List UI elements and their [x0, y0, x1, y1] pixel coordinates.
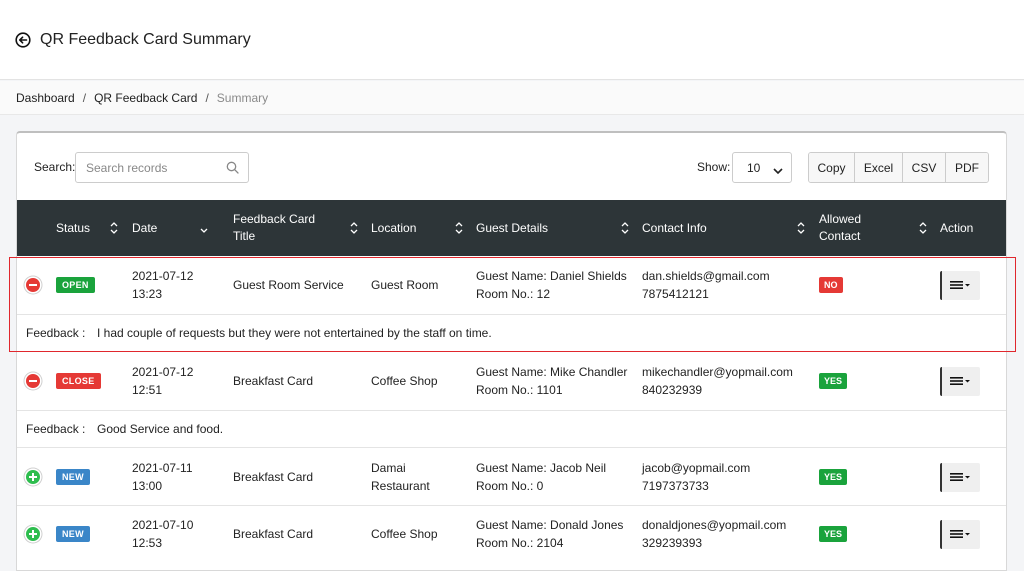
table-row: OPEN 2021-07-12 13:23 Guest Room Service …: [17, 256, 1006, 314]
sort-icon[interactable]: [110, 221, 118, 235]
breadcrumb-separator: /: [82, 90, 87, 105]
status-badge: OPEN: [56, 277, 95, 293]
page-size-value: 10: [747, 160, 761, 175]
row-action-menu-button[interactable]: [940, 520, 980, 549]
row-action-menu-button[interactable]: [940, 463, 980, 492]
collapse-row-icon[interactable]: [26, 278, 40, 292]
column-header-location[interactable]: Location: [371, 200, 416, 256]
expand-row-icon[interactable]: [26, 527, 40, 541]
feedback-row: Feedback : Good Service and food.: [17, 410, 1006, 448]
excel-button[interactable]: Excel: [855, 153, 903, 182]
table-toolbar: Search: Show: 10 Copy Excel CSV PDF: [17, 133, 1006, 200]
feedback-row: Feedback : I had couple of requests but …: [17, 314, 1006, 352]
date-cell: 2021-07-12 13:23: [132, 269, 194, 301]
sort-icon[interactable]: [455, 221, 463, 235]
location-cell: Guest Room: [371, 278, 439, 292]
row-action-menu-button[interactable]: [940, 367, 980, 396]
breadcrumb-current: Summary: [216, 90, 269, 105]
page-header: QR Feedback Card Summary: [0, 0, 1024, 80]
location-cell: Coffee Shop: [371, 374, 438, 388]
expand-row-icon[interactable]: [26, 470, 40, 484]
sort-icon[interactable]: [919, 221, 927, 235]
breadcrumb-separator: /: [205, 90, 209, 105]
column-header-allowed-contact[interactable]: Allowed Contact: [819, 200, 869, 256]
csv-button[interactable]: CSV: [903, 153, 946, 182]
guest-details-cell: Guest Name: Jacob Neil Room No.: 0: [476, 461, 607, 493]
column-header-guest-details[interactable]: Guest Details: [476, 200, 548, 256]
sort-icon[interactable]: [621, 221, 629, 235]
allowed-contact-badge: YES: [819, 373, 848, 389]
records-card: Search: Show: 10 Copy Excel CSV PDF Stat…: [16, 131, 1007, 571]
feedback-text: I had couple of requests but they were n…: [97, 326, 492, 340]
search-icon[interactable]: [226, 161, 239, 174]
contact-info-cell: dan.shields@gmail.com 7875412121: [642, 269, 770, 301]
contact-info-cell: jacob@yopmail.com 7197373733: [642, 461, 751, 493]
table-row: NEW 2021-07-10 12:53 Breakfast Card Coffe…: [17, 506, 1006, 564]
title-cell: Breakfast Card: [233, 470, 314, 484]
menu-caret-icon: [950, 471, 972, 485]
date-cell: 2021-07-10 12:53: [132, 518, 194, 550]
date-cell: 2021-07-11 13:00: [132, 461, 193, 493]
search-label: Search:: [34, 160, 76, 174]
column-header-contact-info[interactable]: Contact Info: [642, 200, 707, 256]
search-box: [75, 152, 249, 183]
page-title: QR Feedback Card Summary: [40, 30, 251, 48]
feedback-text: Good Service and food.: [97, 422, 224, 436]
back-arrow-icon[interactable]: [15, 31, 31, 48]
title-cell: Breakfast Card: [233, 374, 314, 388]
collapse-row-icon[interactable]: [26, 374, 40, 388]
search-input[interactable]: [86, 153, 221, 182]
contact-info-cell: mikechandler@yopmail.com 840232939: [642, 365, 793, 397]
breadcrumb-qr-feedback-card[interactable]: QR Feedback Card: [94, 91, 197, 105]
date-cell: 2021-07-12 12:51: [132, 365, 194, 397]
show-label: Show:: [697, 160, 731, 174]
row-action-menu-button[interactable]: [940, 271, 980, 300]
allowed-contact-badge: NO: [819, 277, 843, 293]
table-row: NEW 2021-07-11 13:00 Breakfast Card Damai…: [17, 448, 1006, 506]
column-header-date[interactable]: Date: [132, 200, 157, 256]
breadcrumb-dashboard[interactable]: Dashboard: [16, 91, 75, 105]
contact-info-cell: donaldjones@yopmail.com 329239393: [642, 518, 787, 550]
menu-caret-icon: [950, 375, 972, 389]
guest-details-cell: Guest Name: Donald Jones Room No.: 2104: [476, 518, 624, 550]
status-badge: CLOSE: [56, 373, 101, 389]
column-header-status[interactable]: Status: [56, 200, 90, 256]
guest-details-cell: Guest Name: Mike Chandler Room No.: 1101: [476, 365, 628, 397]
title-cell: Guest Room Service: [233, 278, 344, 292]
copy-button[interactable]: Copy: [809, 153, 855, 182]
guest-details-cell: Guest Name: Daniel Shields Room No.: 12: [476, 269, 627, 301]
status-badge: NEW: [56, 526, 90, 542]
chevron-down-icon: [773, 164, 783, 175]
table-row: CLOSE 2021-07-12 12:51 Breakfast Card Cof…: [17, 352, 1006, 410]
table-header: Status Date Feedback Card Title Location…: [17, 200, 1006, 256]
sort-icon[interactable]: [797, 221, 805, 235]
column-header-title[interactable]: Feedback Card Title: [233, 200, 323, 256]
sort-icon[interactable]: [350, 221, 358, 235]
menu-caret-icon: [950, 528, 972, 542]
status-badge: NEW: [56, 469, 90, 485]
column-header-action: Action: [940, 220, 974, 235]
menu-caret-icon: [950, 279, 972, 293]
pdf-button[interactable]: PDF: [946, 153, 988, 182]
allowed-contact-badge: YES: [819, 469, 848, 485]
breadcrumb: Dashboard / QR Feedback Card / Summary: [0, 81, 1024, 115]
page-size-select[interactable]: 10: [732, 152, 792, 183]
location-cell: Damai Restaurant: [371, 461, 430, 493]
feedback-label: Feedback :: [26, 326, 86, 340]
sort-desc-icon[interactable]: [200, 224, 208, 238]
title-cell: Breakfast Card: [233, 527, 314, 541]
allowed-contact-badge: YES: [819, 526, 848, 542]
feedback-label: Feedback :: [26, 422, 86, 436]
location-cell: Coffee Shop: [371, 527, 438, 541]
export-button-group: Copy Excel CSV PDF: [808, 152, 989, 183]
